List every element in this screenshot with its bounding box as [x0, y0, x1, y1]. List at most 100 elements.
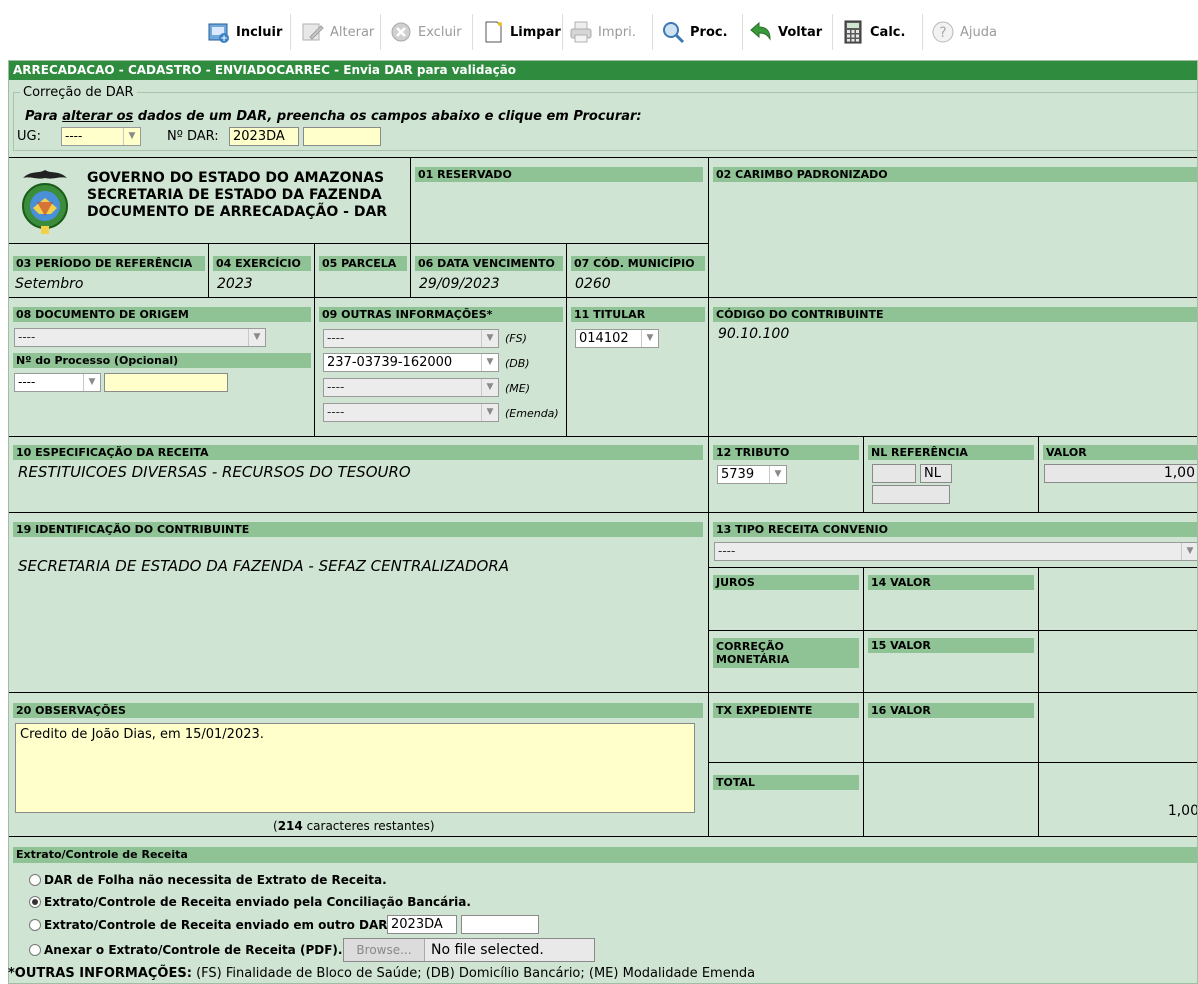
- f12-label: 12 TRIBUTO: [713, 445, 859, 460]
- alterar-button[interactable]: Alterar: [300, 14, 374, 50]
- imprimir-label: Impri.: [598, 24, 636, 40]
- processo-number-field[interactable]: [104, 373, 228, 392]
- correcao-valor-cell: 15 VALOR: [864, 631, 1039, 693]
- nl-referencia-cell: NL REFERÊNCIA NL: [864, 437, 1039, 513]
- me-select[interactable]: ---- ▼: [323, 378, 499, 397]
- documento-origem-cell: 08 DOCUMENTO DE ORIGEM ---- ▼ Nº do Proce…: [9, 298, 315, 437]
- procurar-button[interactable]: Proc.: [660, 14, 728, 50]
- f19-label: 19 IDENTIFICAÇÃO DO CONTRIBUINTE: [13, 522, 703, 537]
- ug-select-value: ----: [65, 129, 83, 143]
- chevron-down-icon: ▼: [123, 128, 140, 145]
- chevron-down-icon: ▼: [769, 466, 786, 483]
- reservado-cell: 01 RESERVADO: [411, 158, 709, 244]
- especificacao-cell: 10 ESPECIFICAÇÃO DA RECEITA RESTITUICOES…: [9, 437, 709, 513]
- nl-number-field[interactable]: [872, 485, 950, 504]
- me-value: ----: [327, 380, 345, 394]
- imprimir-button[interactable]: Impri.: [568, 14, 636, 50]
- printer-icon: [568, 19, 594, 45]
- dar-form-panel: ARRECADACAO - CADASTRO - ENVIADOCARREC -…: [8, 60, 1198, 984]
- voltar-button[interactable]: Voltar: [748, 14, 822, 50]
- f06-value: 29/09/2023: [419, 276, 500, 292]
- incluir-button[interactable]: + Incluir: [206, 14, 282, 50]
- identificacao-cell: 19 IDENTIFICAÇÃO DO CONTRIBUINTE SECRETA…: [9, 513, 709, 693]
- toolbar: + Incluir Alterar Excluir Limpar Impri. …: [0, 0, 1198, 60]
- f08-label: 08 DOCUMENTO DE ORIGEM: [13, 307, 311, 322]
- documento-origem-value: ----: [18, 330, 36, 344]
- procurar-label: Proc.: [690, 24, 728, 40]
- processo-label: Nº do Processo (Opcional): [13, 353, 311, 368]
- valor-cell: VALOR 1,00: [1039, 437, 1197, 513]
- extrato-option-4-radio[interactable]: [29, 944, 41, 956]
- documento-origem-select[interactable]: ---- ▼: [14, 328, 266, 347]
- no-file-label: No file selected.: [431, 942, 544, 958]
- correcao-label: CORREÇÃO MONETÁRIA: [713, 638, 859, 668]
- search-icon: [660, 19, 686, 45]
- extrato-dar-prefix-field[interactable]: 2023DA: [387, 915, 457, 934]
- emenda-value: ----: [327, 405, 345, 419]
- correcao-cell: CORREÇÃO MONETÁRIA: [709, 631, 864, 693]
- extrato-option-1-label: DAR de Folha não necessita de Extrato de…: [44, 873, 387, 887]
- f05-label: 05 PARCELA: [319, 256, 407, 271]
- titular-select[interactable]: 014102 ▼: [575, 329, 659, 348]
- f04-value: 2023: [217, 276, 253, 292]
- remaining-chars: (214 caracteres restantes): [273, 819, 435, 833]
- f14-label: 14 VALOR: [868, 575, 1034, 590]
- observacoes-textarea[interactable]: Credito de João Dias, em 15/01/2023.: [15, 723, 695, 813]
- ndar-prefix-field[interactable]: 2023DA: [229, 127, 299, 146]
- total-amount-cell: 1,00: [1039, 763, 1198, 837]
- f03-label: 03 PERÍODO DE REFERÊNCIA: [13, 256, 205, 271]
- valor-label: VALOR: [1043, 445, 1197, 460]
- header-cell: GOVERNO DO ESTADO DO AMAZONAS SECRETARIA…: [9, 158, 411, 244]
- emenda-select[interactable]: ---- ▼: [323, 403, 499, 422]
- juros-label: JUROS: [713, 575, 859, 590]
- file-input[interactable]: Browse... No file selected.: [343, 938, 595, 962]
- juros-cell: JUROS: [709, 568, 864, 631]
- ug-select[interactable]: ---- ▼: [61, 127, 141, 146]
- excluir-button[interactable]: Excluir: [388, 14, 462, 50]
- chevron-down-icon: ▼: [248, 329, 265, 346]
- fs-select[interactable]: ---- ▼: [323, 329, 499, 348]
- extrato-option-4-label: Anexar o Extrato/Controle de Receita (PD…: [44, 943, 343, 957]
- me-tag: (ME): [505, 382, 531, 395]
- codigo-contribuinte-cell: CÓDIGO DO CONTRIBUINTE 90.10.100: [709, 298, 1197, 437]
- ajuda-button[interactable]: ? Ajuda: [930, 14, 997, 50]
- tx-valor-cell: 16 VALOR: [864, 693, 1039, 763]
- gov-line-1: GOVERNO DO ESTADO DO AMAZONAS: [87, 170, 385, 186]
- footer-note: *OUTRAS INFORMAÇÕES: (FS) Finalidade de …: [8, 966, 755, 981]
- extrato-option-2-radio[interactable]: [29, 896, 41, 908]
- calc-button[interactable]: Calc.: [840, 14, 905, 50]
- tributo-select[interactable]: 5739 ▼: [717, 465, 787, 484]
- tipo-receita-select[interactable]: ---- ▼: [714, 542, 1197, 561]
- ndar-label: Nº DAR:: [167, 129, 219, 144]
- extrato-option-2-label: Extrato/Controle de Receita enviado pela…: [44, 895, 471, 909]
- ndar-number-field[interactable]: [303, 127, 381, 146]
- window-title: ARRECADACAO - CADASTRO - ENVIADOCARREC -…: [9, 61, 1197, 80]
- incluir-label: Incluir: [236, 24, 283, 40]
- valor-field[interactable]: 1,00: [1044, 464, 1197, 483]
- chevron-down-icon: ▼: [481, 330, 498, 347]
- extrato-option-3-radio[interactable]: [29, 919, 41, 931]
- f06-label: 06 DATA VENCIMENTO: [415, 256, 563, 271]
- db-tag: (DB): [505, 357, 530, 370]
- processo-type-select[interactable]: ---- ▼: [14, 373, 101, 392]
- svg-text:+: +: [220, 34, 228, 44]
- vencimento-cell: 06 DATA VENCIMENTO 29/09/2023: [411, 244, 567, 298]
- db-select[interactable]: 237-03739-162000 ▼: [323, 353, 499, 372]
- outras-informacoes-cell: 09 OUTRAS INFORMAÇÕES* ---- ▼ (FS) 237-03…: [315, 298, 567, 437]
- extrato-option-1-radio[interactable]: [29, 874, 41, 886]
- total-spacer-cell: [864, 763, 1039, 837]
- nl-tag-field[interactable]: NL: [920, 464, 952, 483]
- tributo-value: 5739: [721, 467, 755, 482]
- total-value: 1,00: [1167, 803, 1198, 819]
- browse-button[interactable]: Browse...: [344, 939, 425, 961]
- correcao-amount-cell: [1039, 631, 1197, 693]
- calc-label: Calc.: [870, 24, 906, 40]
- alterar-label: Alterar: [330, 24, 375, 40]
- processo-type-value: ----: [18, 375, 36, 389]
- tx-amount-cell: [1039, 693, 1197, 763]
- f11-label: 11 TITULAR: [571, 307, 705, 322]
- limpar-button[interactable]: Limpar: [480, 14, 561, 50]
- extrato-dar-number-field[interactable]: [461, 915, 539, 934]
- emenda-tag: (Emenda): [505, 407, 559, 420]
- nl-prefix-field[interactable]: [872, 464, 916, 483]
